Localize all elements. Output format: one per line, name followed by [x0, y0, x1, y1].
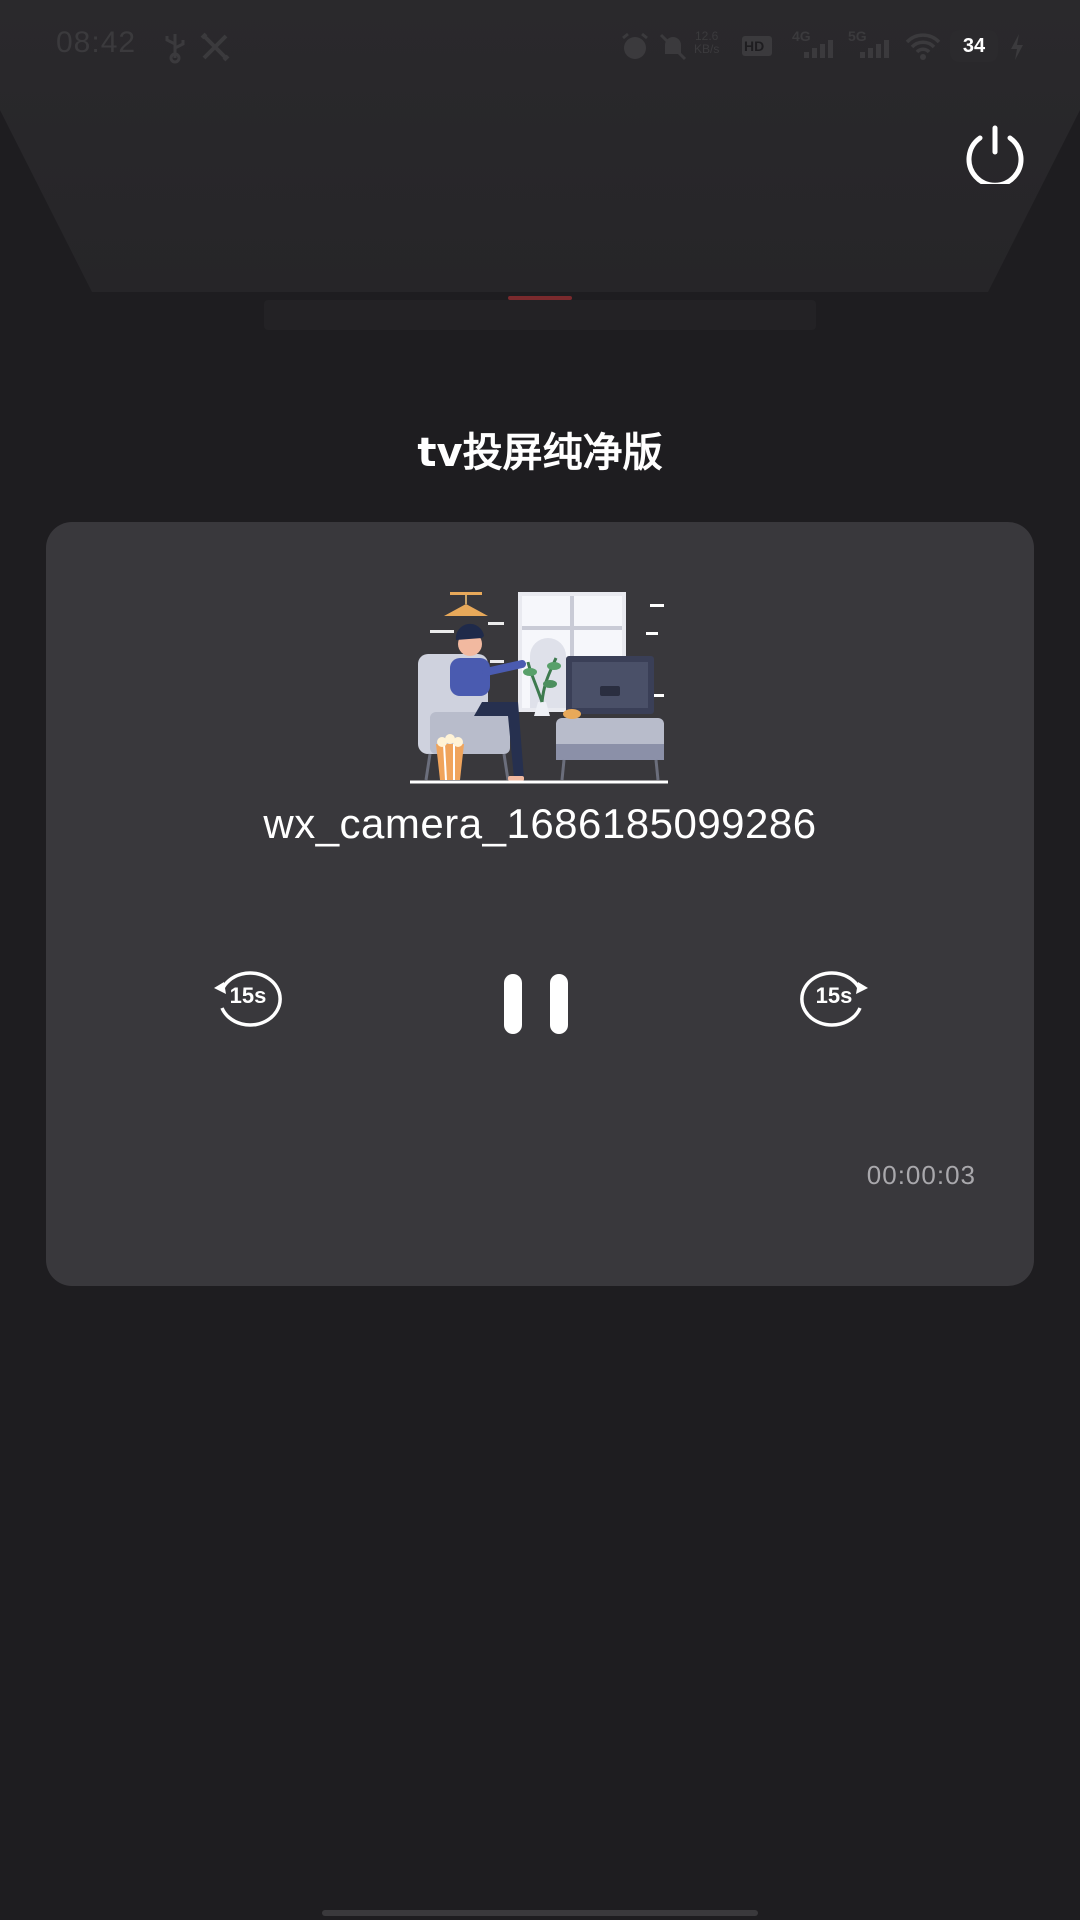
signal-4g-icon	[804, 40, 833, 58]
accent-indicator	[508, 296, 572, 300]
pause-icon	[504, 974, 522, 1034]
wifi-icon	[905, 33, 941, 60]
elapsed-time: 00:00:03	[866, 1160, 976, 1190]
network-rate: 12.6 KB/s	[694, 30, 719, 56]
rewind-15s-button[interactable]: 15s	[208, 966, 288, 1030]
tools-icon	[200, 32, 230, 62]
home-indicator[interactable]	[322, 1910, 758, 1916]
player-card: wx_camera_1686185099286 15s 15s 00:00:03	[46, 522, 1034, 1286]
rewind-label: 15s	[229, 983, 267, 1008]
file-name: wx_camera_1686185099286	[263, 800, 817, 847]
person-watching-tv-illustration	[410, 592, 668, 784]
charging-icon	[1011, 34, 1023, 60]
hd-label: HD	[744, 38, 765, 54]
forward-15s-button[interactable]: 15s	[794, 966, 874, 1030]
alarm-icon	[622, 32, 648, 59]
forward-label: 15s	[815, 983, 853, 1008]
pause-icon	[550, 974, 568, 1034]
status-bar: 08:42 12.6 KB/s HD 4G 5G 34	[0, 0, 1080, 92]
battery-level: 34	[962, 35, 986, 57]
signal-5g-icon	[860, 40, 889, 58]
status-time: 08:42	[56, 26, 137, 59]
usb-icon	[165, 34, 185, 64]
page-title: tv投屏纯净版	[417, 430, 663, 476]
app-screen: 08:42 12.6 KB/s HD 4G 5G 34 tv投屏纯净版 wx_c…	[0, 0, 1080, 1920]
pause-button[interactable]	[504, 970, 584, 1036]
network-rate-unit: KB/s	[694, 42, 720, 56]
power-button[interactable]	[958, 124, 1032, 184]
mute-icon	[659, 33, 687, 61]
